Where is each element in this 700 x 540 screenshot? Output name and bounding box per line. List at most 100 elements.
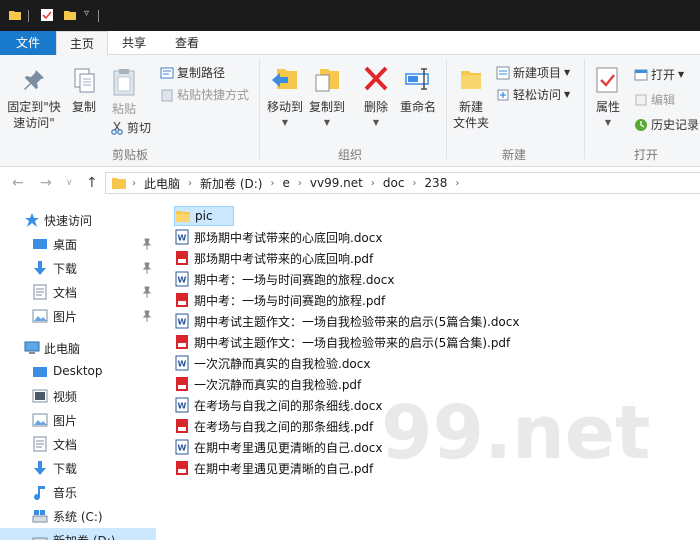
paste-shortcut-button[interactable]: 粘贴快捷方式 (160, 87, 249, 103)
file-row[interactable]: 期中考：一场与时间赛跑的旅程.pdf (174, 290, 385, 310)
sidebar-item-quick-access[interactable]: 快速访问 (0, 208, 156, 232)
delete-button[interactable]: 删除 ▼ (358, 63, 394, 131)
copy-to-button[interactable]: 复制到 ▼ (306, 63, 348, 131)
tab-file[interactable]: 文件 (0, 31, 56, 55)
file-row[interactable]: W 在考场与自我之间的那条细线.docx (174, 395, 382, 415)
sidebar-label: 文档 (53, 286, 78, 300)
sidebar-label: 系统 (C:) (53, 510, 103, 524)
file-name: 期中考：一场与时间赛跑的旅程.docx (194, 272, 395, 287)
file-row[interactable]: W 一次沉静而真实的自我检验.docx (174, 353, 370, 373)
copy-to-label: 复制到 (308, 100, 345, 114)
file-name: 一次沉静而真实的自我检验.docx (194, 356, 371, 371)
easy-access-button[interactable]: 轻松访问 ▼ (496, 87, 570, 103)
sidebar-label: 图片 (53, 414, 78, 428)
breadcrumb-e[interactable]: e (276, 176, 295, 190)
breadcrumb-separator[interactable]: › (268, 178, 276, 189)
sidebar-item-documents-pc[interactable]: 文档 (0, 432, 156, 456)
cut-label: 剪切 (127, 121, 152, 135)
file-row[interactable]: W 在期中考里遇见更清晰的自己.docx (174, 437, 382, 457)
sidebar-item-videos[interactable]: 视频 (0, 384, 156, 408)
file-name: 一次沉静而真实的自我检验.pdf (194, 377, 362, 392)
breadcrumb-drive-d[interactable]: 新加卷 (D:) (194, 175, 268, 192)
pin-quick-access-button[interactable]: 固定到"快 速访问" (4, 67, 64, 131)
sidebar-item-drive-c[interactable]: 系统 (C:) (0, 504, 156, 528)
organize-group-label: 组织 (337, 148, 362, 162)
file-row[interactable]: 一次沉静而真实的自我检验.pdf (174, 374, 361, 394)
file-row[interactable]: W 期中考试主题作文：一场自我检验带来的启示(5篇合集).docx (174, 311, 519, 331)
properties-quick-icon[interactable] (40, 8, 54, 22)
delete-x-icon (364, 66, 388, 91)
customize-quick-access-icon[interactable]: ▿ (84, 8, 89, 19)
pin-icon[interactable] (142, 262, 152, 274)
back-arrow-icon[interactable]: ← (12, 175, 24, 191)
breadcrumb-separator[interactable]: › (453, 178, 461, 189)
rename-label: 重命名 (399, 100, 436, 114)
sidebar-item-pictures[interactable]: 图片 (0, 304, 156, 328)
file-name: 在期中考里遇见更清晰的自己.docx (194, 440, 383, 455)
new-folder-button[interactable]: 新建 文件夹 (450, 63, 492, 131)
sidebar-item-this-pc[interactable]: 此电脑 (0, 336, 156, 360)
open-button[interactable]: 打开 ▼ (634, 67, 684, 83)
breadcrumb-separator[interactable]: › (186, 178, 194, 189)
move-to-dropdown-icon: ▼ (281, 118, 289, 127)
cut-button[interactable]: 剪切 (110, 120, 151, 136)
move-to-button[interactable]: 移动到 ▼ (264, 63, 306, 131)
group-divider (259, 59, 260, 159)
open-dropdown-icon: ▼ (678, 70, 685, 79)
sidebar-item-downloads[interactable]: 下载 (0, 256, 156, 280)
sidebar-item-desktop[interactable]: 桌面 (0, 232, 156, 256)
sidebar-item-downloads-pc[interactable]: 下载 (0, 456, 156, 480)
ribbon: 固定到"快 速访问" 复制 粘贴 复制路径 粘贴快捷方式 剪切 剪贴板 移动到 … (0, 55, 700, 167)
pdf-document-icon (176, 293, 188, 307)
rename-button[interactable]: 重命名 (396, 63, 440, 115)
history-icon (635, 119, 647, 131)
file-row-folder[interactable]: pic (174, 206, 234, 226)
sidebar-item-desktop-pc[interactable]: Desktop (0, 360, 156, 384)
breadcrumb-238[interactable]: 238 (418, 176, 453, 190)
properties-button[interactable]: 属性 ▼ (590, 65, 626, 131)
edit-button[interactable]: 编辑 (634, 92, 675, 108)
sidebar-item-drive-d[interactable]: 新加卷 (D:) (0, 528, 156, 540)
file-row[interactable]: 在期中考里遇见更清晰的自己.pdf (174, 458, 373, 478)
history-button[interactable]: 历史记录 (634, 117, 699, 133)
pin-icon[interactable] (142, 286, 152, 298)
tab-share[interactable]: 共享 (110, 31, 158, 55)
file-row[interactable]: W 期中考：一场与时间赛跑的旅程.docx (174, 269, 394, 289)
breadcrumb-separator[interactable]: › (369, 178, 377, 189)
file-name: 那场期中考试带来的心底回响.pdf (194, 251, 374, 266)
recent-locations-chevron-icon[interactable]: ∨ (66, 178, 73, 188)
sidebar-item-pictures-pc[interactable]: 图片 (0, 408, 156, 432)
breadcrumb-doc[interactable]: doc (377, 176, 411, 190)
breadcrumb-this-pc[interactable]: 此电脑 (138, 175, 186, 192)
breadcrumb-vv99[interactable]: vv99.net (304, 176, 369, 190)
file-row[interactable]: 那场期中考试带来的心底回响.pdf (174, 248, 373, 268)
breadcrumb-separator[interactable]: › (296, 178, 304, 189)
tab-home[interactable]: 主页 (56, 31, 108, 56)
ribbon-tabs: 文件 主页 共享 查看 (0, 31, 700, 56)
word-document-icon: W (175, 397, 189, 413)
breadcrumb-separator[interactable]: › (410, 178, 418, 189)
paste-button[interactable]: 粘贴 (106, 67, 142, 117)
file-row[interactable]: W 那场期中考试带来的心底回响.docx (174, 227, 382, 247)
copy-button[interactable]: 复制 (66, 67, 102, 115)
svg-text:W: W (178, 444, 187, 453)
up-arrow-icon[interactable]: ↑ (86, 175, 98, 191)
file-name: pic (195, 209, 213, 223)
pin-icon[interactable] (142, 238, 152, 250)
address-bar[interactable]: › 此电脑 › 新加卷 (D:) › e › vv99.net › doc › … (105, 172, 700, 194)
tab-view[interactable]: 查看 (162, 31, 212, 55)
forward-arrow-icon[interactable]: → (40, 175, 52, 191)
new-folder-label-line1: 新建 (458, 100, 483, 114)
new-item-label: 新建项目 (513, 66, 562, 80)
file-row[interactable]: 在考场与自我之间的那条细线.pdf (174, 416, 373, 436)
copy-path-button[interactable]: 复制路径 (160, 65, 225, 81)
pin-icon[interactable] (142, 310, 152, 322)
sidebar-item-documents[interactable]: 文档 (0, 280, 156, 304)
group-divider (446, 59, 447, 159)
properties-icon (596, 67, 618, 93)
sidebar-item-music[interactable]: 音乐 (0, 480, 156, 504)
new-item-button[interactable]: 新建项目 ▼ (496, 65, 570, 81)
new-group-label: 新建 (501, 148, 526, 162)
file-row[interactable]: 期中考试主题作文：一场自我检验带来的启示(5篇合集).pdf (174, 332, 510, 352)
new-folder-quick-icon[interactable] (63, 8, 77, 22)
